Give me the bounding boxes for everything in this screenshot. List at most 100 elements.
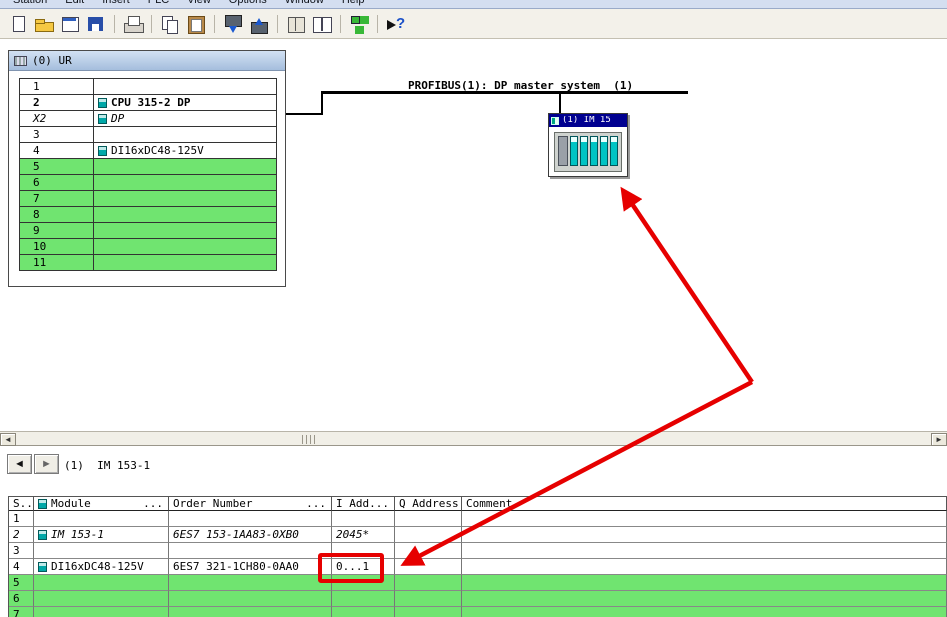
rack-row[interactable]: 3 [20, 127, 276, 143]
rack-module-cell[interactable] [94, 239, 276, 255]
station-window-icon[interactable] [58, 13, 82, 35]
rack-module-cell[interactable] [94, 175, 276, 191]
rack-titlebar[interactable]: (0) UR [9, 51, 285, 71]
menu-options[interactable]: Options [220, 0, 276, 8]
cell-module-label: DI16xDC48-125V [51, 559, 144, 573]
cell-iaddr [332, 607, 395, 617]
detail-table-row[interactable]: 3 [9, 543, 947, 559]
detail-column-header[interactable]: Order Number ... [169, 497, 332, 511]
detail-table-row[interactable]: 7 [9, 607, 947, 617]
menu-window[interactable]: Window [276, 0, 333, 8]
rack-row[interactable]: 4 DI16xDC48-125V [20, 143, 276, 159]
cell-iaddr: 2045* [332, 527, 395, 543]
print-icon[interactable] [121, 13, 145, 35]
cell-comment [462, 527, 947, 543]
rack-icon [14, 55, 27, 66]
rack-row[interactable]: 1 [20, 79, 276, 95]
open-icon[interactable] [32, 13, 56, 35]
rack-module-cell[interactable] [94, 191, 276, 207]
catalog-icon[interactable] [284, 13, 308, 35]
rack-row[interactable]: 11 [20, 255, 276, 271]
toolbar [0, 9, 947, 39]
cell-module[interactable] [34, 591, 169, 607]
cell-module[interactable] [34, 607, 169, 617]
cell-order: 6ES7 321-1CH80-0AA0 [169, 559, 332, 575]
cell-module[interactable]: DI16xDC48-125V [34, 559, 169, 575]
cell-order [169, 607, 332, 617]
rack-module-cell[interactable] [94, 207, 276, 223]
copy-icon[interactable] [158, 13, 182, 35]
menu-station[interactable]: Station [4, 0, 56, 8]
rack-row[interactable]: X2 DP [20, 111, 276, 127]
rack-module-cell[interactable] [94, 223, 276, 239]
detail-column-header[interactable]: Comment [462, 497, 947, 511]
toolbar-separator [151, 14, 152, 33]
cell-module[interactable]: IM 153-1 [34, 527, 169, 543]
save-compile-icon[interactable] [84, 13, 108, 35]
cell-module[interactable] [34, 543, 169, 559]
cell-iaddr [332, 591, 395, 607]
cell-qaddr [395, 511, 462, 527]
scroll-right-icon[interactable]: ► [931, 433, 947, 446]
rack-row[interactable]: 5 [20, 159, 276, 175]
toolbar-separator [214, 14, 215, 33]
rack-row[interactable]: 6 [20, 175, 276, 191]
detail-table-row[interactable]: 2 IM 153-1 6ES7 153-1AA83-0XB0 2045* [9, 527, 947, 543]
rack-module-cell[interactable] [94, 159, 276, 175]
rack-row[interactable]: 9 [20, 223, 276, 239]
detail-table-row[interactable]: 1 [9, 511, 947, 527]
toolbar-separator [277, 14, 278, 33]
rack-row[interactable]: 10 [20, 239, 276, 255]
detail-station-label: (1) IM 153-1 [64, 459, 151, 472]
cell-slot: 3 [9, 543, 34, 559]
paste-icon[interactable] [184, 13, 208, 35]
rack-module-cell[interactable] [94, 127, 276, 143]
rack-module-cell[interactable] [94, 255, 276, 271]
detail-table-row[interactable]: 4 DI16xDC48-125V 6ES7 321-1CH80-0AA0 0..… [9, 553, 947, 583]
cell-comment [462, 543, 947, 559]
cell-module-label: IM 153-1 [51, 527, 104, 541]
detail-table-body: 1 2 IM 153-1 6ES7 153-1AA83-0XB0 2045* 3… [9, 511, 947, 617]
detail-column-header[interactable]: S... [9, 497, 34, 511]
rack-module-cell[interactable]: CPU 315-2 DP [94, 95, 276, 111]
rack-module-cell[interactable]: DP [94, 111, 276, 127]
menu-view[interactable]: View [178, 0, 220, 8]
next-station-button[interactable]: ► [34, 454, 59, 474]
menu-plc[interactable]: PLC [139, 0, 178, 8]
help-icon[interactable] [384, 13, 408, 35]
menu-help[interactable]: Help [333, 0, 374, 8]
download-icon[interactable] [221, 13, 245, 35]
detail-table-row[interactable]: 6 [9, 591, 947, 607]
cell-order [169, 575, 332, 591]
profibus-line[interactable] [323, 91, 688, 94]
cell-order: 6ES7 153-1AA83-0XB0 [169, 527, 332, 543]
new-icon[interactable] [6, 13, 30, 35]
network-icon[interactable] [347, 13, 371, 35]
cell-module[interactable] [34, 575, 169, 591]
menu-insert[interactable]: Insert [93, 0, 139, 8]
column-label: Module [51, 497, 91, 510]
detail-column-header[interactable]: Module ... [34, 497, 169, 511]
detail-column-header[interactable]: I Add... [332, 497, 395, 511]
module-label: CPU 315-2 DP [111, 95, 191, 109]
rack-row[interactable]: 8 [20, 207, 276, 223]
horizontal-scrollbar[interactable]: ◄ ► [0, 431, 947, 446]
upload-icon[interactable] [247, 13, 271, 35]
split-window-icon[interactable] [310, 13, 334, 35]
rack-slot-number: 11 [20, 255, 94, 271]
cell-order [169, 543, 332, 559]
cell-slot: 1 [9, 511, 34, 527]
scroll-left-icon[interactable]: ◄ [0, 433, 16, 446]
previous-station-button[interactable]: ◄ [7, 454, 32, 474]
detail-table-row[interactable]: 5 [9, 575, 947, 591]
rack-module-cell[interactable]: DI16xDC48-125V [94, 143, 276, 159]
cell-module[interactable] [34, 511, 169, 527]
detail-column-header[interactable]: Q Address [395, 497, 462, 511]
rack-row[interactable]: 7 [20, 191, 276, 207]
menu-edit[interactable]: Edit [56, 0, 93, 8]
splitter-grip[interactable] [302, 435, 315, 444]
column-trail: ... [306, 497, 326, 510]
rack-row[interactable]: 2 CPU 315-2 DP [20, 95, 276, 111]
rack-module-cell[interactable] [94, 79, 276, 95]
dp-slave-im153[interactable]: (1) IM 15 [548, 113, 628, 177]
